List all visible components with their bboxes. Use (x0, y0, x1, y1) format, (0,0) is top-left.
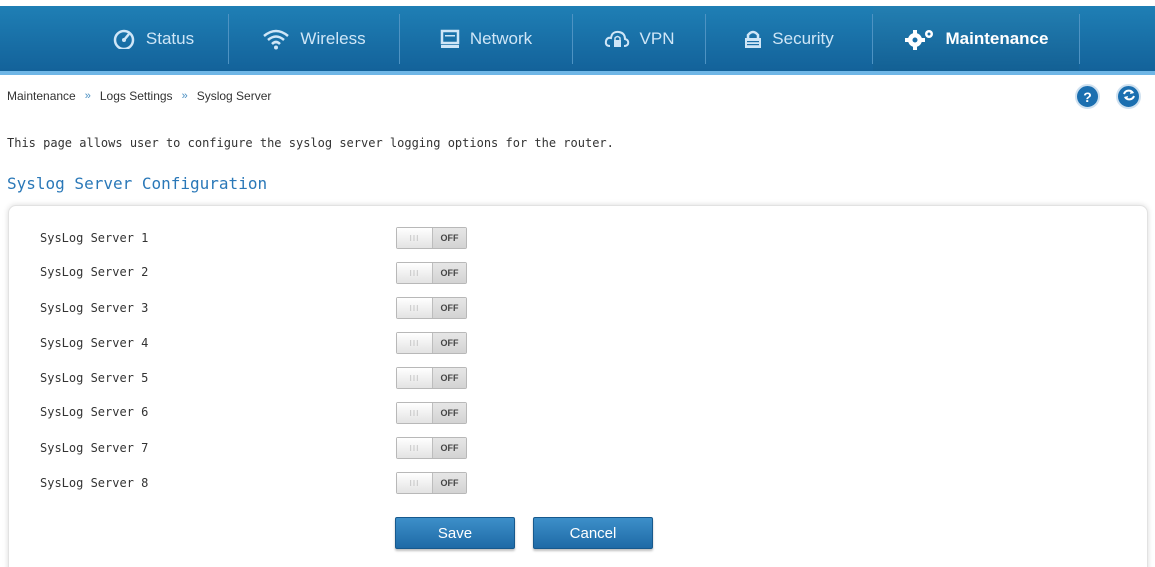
nav-tab-label: Network (469, 28, 533, 48)
toggle-knob: III (397, 473, 433, 493)
syslog-server-5-toggle[interactable]: III OFF (396, 367, 467, 389)
nav-tab-status[interactable]: Status (78, 6, 228, 71)
gears-icon (904, 28, 936, 50)
page-description: This page allows user to configure the s… (7, 136, 614, 150)
save-button[interactable]: Save (395, 517, 515, 549)
syslog-server-4-toggle[interactable]: III OFF (396, 332, 467, 354)
toggle-knob: III (397, 298, 433, 318)
section-title: Syslog Server Configuration (7, 174, 268, 193)
syslog-server-7-label: SysLog Server 7 (40, 441, 149, 455)
nav-tab-security[interactable]: Security (706, 6, 872, 71)
nav-tab-label: Security (772, 28, 834, 48)
breadcrumb-separator: » (181, 90, 188, 102)
toggle-state: OFF (433, 438, 466, 458)
breadcrumb-item-logs-settings[interactable]: Logs Settings (100, 89, 173, 103)
syslog-server-5-label: SysLog Server 5 (40, 371, 149, 385)
refresh-button[interactable] (1116, 84, 1141, 109)
syslog-server-1-label: SysLog Server 1 (40, 231, 149, 245)
syslog-server-6-toggle[interactable]: III OFF (396, 402, 467, 424)
syslog-server-8-label: SysLog Server 8 (40, 476, 149, 490)
breadcrumb-item-maintenance[interactable]: Maintenance (7, 89, 76, 103)
help-icon: ? (1083, 88, 1092, 105)
syslog-server-1-toggle[interactable]: III OFF (396, 227, 467, 249)
breadcrumb-item-syslog-server: Syslog Server (196, 89, 272, 103)
help-button[interactable]: ? (1075, 84, 1100, 109)
toggle-state: OFF (433, 298, 466, 318)
syslog-server-7-toggle[interactable]: III OFF (396, 437, 467, 459)
toggle-knob: III (397, 333, 433, 353)
lock-icon (744, 29, 762, 49)
toggle-state: OFF (433, 228, 466, 248)
breadcrumb: Maintenance » Logs Settings » Syslog Ser… (7, 89, 271, 103)
nav-tab-vpn[interactable]: VPN (573, 6, 705, 71)
toggle-knob: III (397, 403, 433, 423)
nav-tab-label: Wireless (300, 28, 366, 48)
toggle-state: OFF (433, 403, 466, 423)
wifi-icon (262, 28, 290, 50)
nav-tab-maintenance[interactable]: Maintenance (873, 6, 1079, 71)
nav-tab-label: Maintenance (945, 28, 1049, 48)
config-panel (8, 205, 1148, 567)
cloud-lock-icon (604, 29, 630, 49)
syslog-server-3-toggle[interactable]: III OFF (396, 297, 467, 319)
gauge-icon (112, 29, 136, 49)
syslog-server-4-label: SysLog Server 4 (40, 336, 149, 350)
toggle-state: OFF (433, 368, 466, 388)
toggle-knob: III (397, 228, 433, 248)
syslog-server-6-label: SysLog Server 6 (40, 405, 149, 419)
monitor-icon (440, 29, 460, 49)
toggle-state: OFF (433, 263, 466, 283)
nav-tab-label: Status (145, 28, 195, 48)
nav-tab-wireless[interactable]: Wireless (229, 6, 399, 71)
syslog-server-2-toggle[interactable]: III OFF (396, 262, 467, 284)
toggle-knob: III (397, 263, 433, 283)
toggle-state: OFF (433, 333, 466, 353)
cancel-button[interactable]: Cancel (533, 517, 653, 549)
syslog-server-3-label: SysLog Server 3 (40, 301, 149, 315)
toggle-knob: III (397, 368, 433, 388)
toggle-knob: III (397, 438, 433, 458)
toggle-state: OFF (433, 473, 466, 493)
syslog-server-2-label: SysLog Server 2 (40, 265, 149, 279)
breadcrumb-separator: » (84, 90, 91, 102)
nav-underline (0, 71, 1155, 75)
top-navigation: Status Wireless Network VPN Security Mai… (0, 6, 1155, 71)
nav-tab-network[interactable]: Network (400, 6, 572, 71)
refresh-icon (1122, 88, 1136, 105)
syslog-server-8-toggle[interactable]: III OFF (396, 472, 467, 494)
nav-tab-label: VPN (639, 28, 675, 48)
